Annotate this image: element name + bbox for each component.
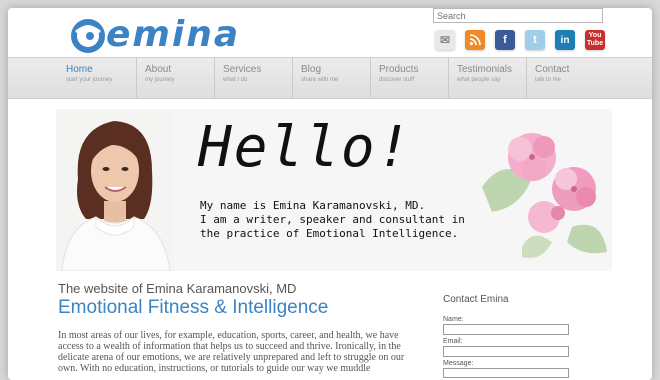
hero-banner: Hello! My name is Emina Karamanovski, MD… [56, 109, 612, 271]
nav-item-contact[interactable]: Contact talk to me [526, 58, 604, 98]
facebook-glyph: f [503, 34, 507, 46]
nav-sublabel: what I do [223, 77, 248, 83]
email-label: Email: [443, 338, 463, 345]
email-field[interactable] [443, 346, 569, 357]
intro-paragraph: In most areas of our lives, for example,… [58, 330, 414, 374]
nav-label: Contact [535, 64, 570, 75]
logo-text: emina [106, 13, 241, 55]
flowers-illustration [482, 133, 607, 258]
nav-item-products[interactable]: Products discover stuff [370, 58, 448, 98]
page-frame: emina ✉ f t in You Tube Home start your … [8, 8, 652, 380]
site-tagline: The website of Emina Karamanovski, MD [58, 281, 297, 296]
nav-label: Home [66, 64, 93, 75]
nav-sublabel: talk to me [535, 77, 562, 83]
nav-item-services[interactable]: Services what I do [214, 58, 292, 98]
linkedin-icon[interactable]: in [555, 30, 575, 50]
nav-sublabel: what people say [457, 77, 501, 83]
youtube-glyph-bottom: Tube [586, 40, 604, 47]
hero-line: My name is Emina Karamanovski, MD. [200, 199, 426, 212]
search-input[interactable] [433, 8, 603, 23]
twitter-glyph: t [533, 34, 537, 46]
nav-item-testimonials[interactable]: Testimonials what people say [448, 58, 526, 98]
hero-intro: My name is Emina Karamanovski, MD. I am … [200, 199, 480, 241]
main-nav: Home start your journey About my journey… [8, 57, 652, 99]
nav-item-about[interactable]: About my journey [136, 58, 214, 98]
social-icons: ✉ f t in You Tube [435, 30, 605, 50]
site-logo[interactable]: emina [68, 10, 240, 58]
contact-title: Contact Emina [443, 294, 509, 305]
portrait-image [56, 109, 174, 271]
rss-icon[interactable] [465, 30, 485, 50]
nav-sublabel: start your journey [66, 77, 113, 83]
name-label: Name: [443, 316, 464, 323]
twitter-icon[interactable]: t [525, 30, 545, 50]
nav-label: Testimonials [457, 64, 513, 75]
facebook-icon[interactable]: f [495, 30, 515, 50]
message-field[interactable] [443, 368, 569, 378]
nav-label: Blog [301, 64, 322, 75]
paragraph-line: access to a wealth of information that h… [58, 341, 401, 352]
name-field[interactable] [443, 324, 569, 335]
nav-sublabel: my journey [145, 77, 175, 83]
youtube-glyph-top: You [588, 32, 602, 39]
nav-label: About [145, 64, 172, 75]
nav-sublabel: share with me [301, 77, 339, 83]
mail-icon[interactable]: ✉ [435, 30, 455, 50]
youtube-icon[interactable]: You Tube [585, 30, 605, 50]
message-label: Message: [443, 360, 474, 367]
hero-line: I am a writer, speaker and consultant in [200, 213, 465, 226]
linkedin-glyph: in [560, 34, 570, 46]
nav-label: Services [223, 64, 262, 75]
paragraph-line: delicate arena of our emotions, we are r… [58, 352, 405, 363]
nav-label: Products [379, 64, 419, 75]
logo-swirl-icon [71, 19, 105, 53]
nav-sublabel: discover stuff [379, 77, 415, 83]
nav-item-home[interactable]: Home start your journey [58, 58, 136, 98]
hero-hello: Hello! [198, 115, 413, 180]
hero-line: the practice of Emotional Intelligence. [200, 227, 459, 240]
page-title: Emotional Fitness & Intelligence [58, 297, 329, 318]
paragraph-line: own. With no education, instructions, or… [58, 363, 371, 374]
paragraph-line: In most areas of our lives, for example,… [58, 330, 399, 341]
nav-item-blog[interactable]: Blog share with me [292, 58, 370, 98]
